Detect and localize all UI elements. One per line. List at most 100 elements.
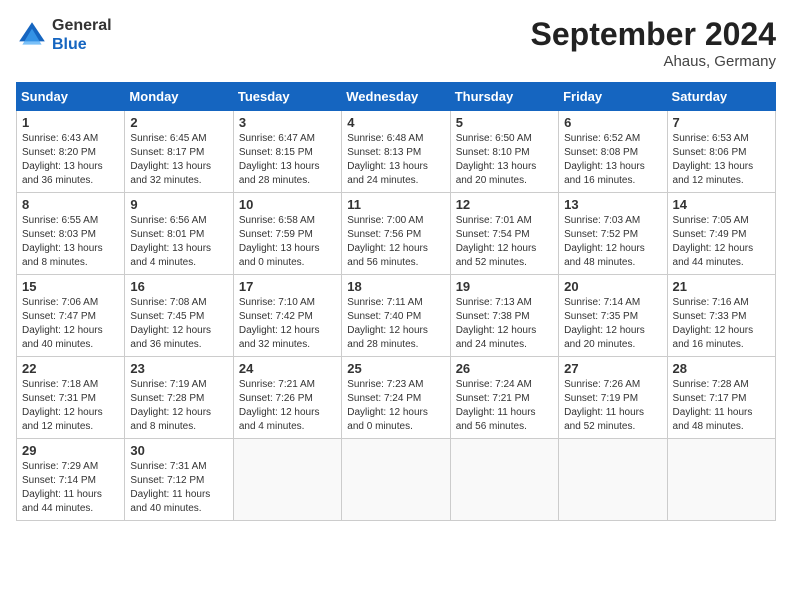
- day-of-week-header: Monday: [125, 83, 233, 111]
- day-info: Sunrise: 7:00 AMSunset: 7:56 PMDaylight:…: [347, 214, 444, 270]
- day-number: 12: [456, 197, 553, 212]
- day-info: Sunrise: 7:11 AMSunset: 7:40 PMDaylight:…: [347, 296, 444, 352]
- day-number: 2: [130, 115, 227, 130]
- day-info: Sunrise: 6:55 AMSunset: 8:03 PMDaylight:…: [22, 214, 119, 270]
- day-number: 19: [456, 279, 553, 294]
- calendar-cell: 14Sunrise: 7:05 AMSunset: 7:49 PMDayligh…: [667, 193, 775, 275]
- day-number: 21: [673, 279, 770, 294]
- day-info: Sunrise: 7:23 AMSunset: 7:24 PMDaylight:…: [347, 378, 444, 434]
- day-number: 11: [347, 197, 444, 212]
- day-number: 5: [456, 115, 553, 130]
- day-number: 16: [130, 279, 227, 294]
- page-header: General Blue September 2024 Ahaus, Germa…: [16, 16, 776, 70]
- month-title: September 2024: [531, 16, 776, 53]
- calendar-table: SundayMondayTuesdayWednesdayThursdayFrid…: [16, 82, 776, 521]
- day-number: 9: [130, 197, 227, 212]
- calendar-cell: [559, 439, 667, 521]
- calendar-cell: 25 Sunrise: 7:23 AMSunset: 7:24 PMDayligh…: [342, 357, 450, 439]
- calendar-cell: 9 Sunrise: 6:56 AMSunset: 8:01 PMDaylight…: [125, 193, 233, 275]
- day-info: Sunrise: 7:08 AMSunset: 7:45 PMDaylight:…: [130, 296, 227, 352]
- calendar-cell: 19 Sunrise: 7:13 AMSunset: 7:38 PMDayligh…: [450, 275, 558, 357]
- calendar-cell: 26 Sunrise: 7:24 AMSunset: 7:21 PMDayligh…: [450, 357, 558, 439]
- day-info: Sunrise: 7:28 AMSunset: 7:17 PMDaylight:…: [673, 378, 770, 434]
- calendar-cell: 18Sunrise: 7:11 AMSunset: 7:40 PMDayligh…: [342, 275, 450, 357]
- title-block: September 2024 Ahaus, Germany: [531, 16, 776, 70]
- day-of-week-header: Saturday: [667, 83, 775, 111]
- calendar-cell: 29 Sunrise: 7:29 AMSunset: 7:14 PMDayligh…: [17, 439, 125, 521]
- calendar-cell: [667, 439, 775, 521]
- day-info: Sunrise: 7:16 AMSunset: 7:33 PMDaylight:…: [673, 296, 770, 352]
- calendar-week-row: 29 Sunrise: 7:29 AMSunset: 7:14 PMDayligh…: [17, 439, 776, 521]
- calendar-cell: 13 Sunrise: 7:03 AMSunset: 7:52 PMDayligh…: [559, 193, 667, 275]
- calendar-week-row: 22 Sunrise: 7:18 AMSunset: 7:31 PMDayligh…: [17, 357, 776, 439]
- calendar-cell: 30Sunrise: 7:31 AMSunset: 7:12 PMDayligh…: [125, 439, 233, 521]
- day-of-week-header: Wednesday: [342, 83, 450, 111]
- calendar-week-row: 8Sunrise: 6:55 AMSunset: 8:03 PMDaylight…: [17, 193, 776, 275]
- day-info: Sunrise: 6:52 AMSunset: 8:08 PMDaylight:…: [564, 132, 661, 188]
- day-number: 28: [673, 361, 770, 376]
- day-number: 24: [239, 361, 336, 376]
- day-of-week-header: Tuesday: [233, 83, 341, 111]
- calendar-cell: 24 Sunrise: 7:21 AMSunset: 7:26 PMDayligh…: [233, 357, 341, 439]
- logo-general: General: [52, 16, 112, 35]
- day-number: 3: [239, 115, 336, 130]
- calendar-cell: 1 Sunrise: 6:43 AMSunset: 8:20 PMDaylight…: [17, 111, 125, 193]
- calendar-cell: 5 Sunrise: 6:50 AMSunset: 8:10 PMDaylight…: [450, 111, 558, 193]
- day-info: Sunrise: 6:50 AMSunset: 8:10 PMDaylight:…: [456, 132, 553, 188]
- calendar-cell: 7 Sunrise: 6:53 AMSunset: 8:06 PMDaylight…: [667, 111, 775, 193]
- calendar-cell: [342, 439, 450, 521]
- day-number: 14: [673, 197, 770, 212]
- calendar-cell: 10Sunrise: 6:58 AMSunset: 7:59 PMDayligh…: [233, 193, 341, 275]
- day-of-week-header: Thursday: [450, 83, 558, 111]
- day-number: 10: [239, 197, 336, 212]
- day-number: 20: [564, 279, 661, 294]
- day-number: 17: [239, 279, 336, 294]
- calendar-cell: 22 Sunrise: 7:18 AMSunset: 7:31 PMDayligh…: [17, 357, 125, 439]
- day-info: Sunrise: 6:53 AMSunset: 8:06 PMDaylight:…: [673, 132, 770, 188]
- day-number: 1: [22, 115, 119, 130]
- logo: General Blue: [16, 16, 112, 54]
- day-info: Sunrise: 7:19 AMSunset: 7:28 PMDaylight:…: [130, 378, 227, 434]
- calendar-cell: 4 Sunrise: 6:48 AMSunset: 8:13 PMDaylight…: [342, 111, 450, 193]
- day-info: Sunrise: 7:01 AMSunset: 7:54 PMDaylight:…: [456, 214, 553, 270]
- day-info: Sunrise: 7:18 AMSunset: 7:31 PMDaylight:…: [22, 378, 119, 434]
- day-info: Sunrise: 7:13 AMSunset: 7:38 PMDaylight:…: [456, 296, 553, 352]
- day-info: Sunrise: 6:48 AMSunset: 8:13 PMDaylight:…: [347, 132, 444, 188]
- calendar-cell: 12 Sunrise: 7:01 AMSunset: 7:54 PMDayligh…: [450, 193, 558, 275]
- day-info: Sunrise: 6:45 AMSunset: 8:17 PMDaylight:…: [130, 132, 227, 188]
- day-info: Sunrise: 6:47 AMSunset: 8:15 PMDaylight:…: [239, 132, 336, 188]
- day-number: 27: [564, 361, 661, 376]
- day-number: 25: [347, 361, 444, 376]
- day-info: Sunrise: 7:21 AMSunset: 7:26 PMDaylight:…: [239, 378, 336, 434]
- day-number: 6: [564, 115, 661, 130]
- day-number: 26: [456, 361, 553, 376]
- calendar-cell: [450, 439, 558, 521]
- day-number: 30: [130, 443, 227, 458]
- location: Ahaus, Germany: [531, 53, 776, 70]
- calendar-cell: 8Sunrise: 6:55 AMSunset: 8:03 PMDaylight…: [17, 193, 125, 275]
- calendar-cell: [233, 439, 341, 521]
- calendar-week-row: 15 Sunrise: 7:06 AMSunset: 7:47 PMDayligh…: [17, 275, 776, 357]
- calendar-cell: 6 Sunrise: 6:52 AMSunset: 8:08 PMDaylight…: [559, 111, 667, 193]
- day-info: Sunrise: 7:24 AMSunset: 7:21 PMDaylight:…: [456, 378, 553, 434]
- day-number: 13: [564, 197, 661, 212]
- calendar-cell: 21 Sunrise: 7:16 AMSunset: 7:33 PMDayligh…: [667, 275, 775, 357]
- day-info: Sunrise: 7:03 AMSunset: 7:52 PMDaylight:…: [564, 214, 661, 270]
- day-number: 4: [347, 115, 444, 130]
- logo-blue: Blue: [52, 35, 112, 54]
- day-number: 7: [673, 115, 770, 130]
- day-info: Sunrise: 6:56 AMSunset: 8:01 PMDaylight:…: [130, 214, 227, 270]
- calendar-cell: 20Sunrise: 7:14 AMSunset: 7:35 PMDayligh…: [559, 275, 667, 357]
- calendar-cell: 27Sunrise: 7:26 AMSunset: 7:19 PMDayligh…: [559, 357, 667, 439]
- day-number: 22: [22, 361, 119, 376]
- calendar-cell: 17Sunrise: 7:10 AMSunset: 7:42 PMDayligh…: [233, 275, 341, 357]
- day-info: Sunrise: 7:29 AMSunset: 7:14 PMDaylight:…: [22, 460, 119, 516]
- calendar-cell: 11 Sunrise: 7:00 AMSunset: 7:56 PMDayligh…: [342, 193, 450, 275]
- calendar-cell: 15 Sunrise: 7:06 AMSunset: 7:47 PMDayligh…: [17, 275, 125, 357]
- day-number: 29: [22, 443, 119, 458]
- day-info: Sunrise: 7:06 AMSunset: 7:47 PMDaylight:…: [22, 296, 119, 352]
- calendar-cell: 16 Sunrise: 7:08 AMSunset: 7:45 PMDayligh…: [125, 275, 233, 357]
- day-info: Sunrise: 6:43 AMSunset: 8:20 PMDaylight:…: [22, 132, 119, 188]
- day-number: 15: [22, 279, 119, 294]
- calendar-cell: 3 Sunrise: 6:47 AMSunset: 8:15 PMDaylight…: [233, 111, 341, 193]
